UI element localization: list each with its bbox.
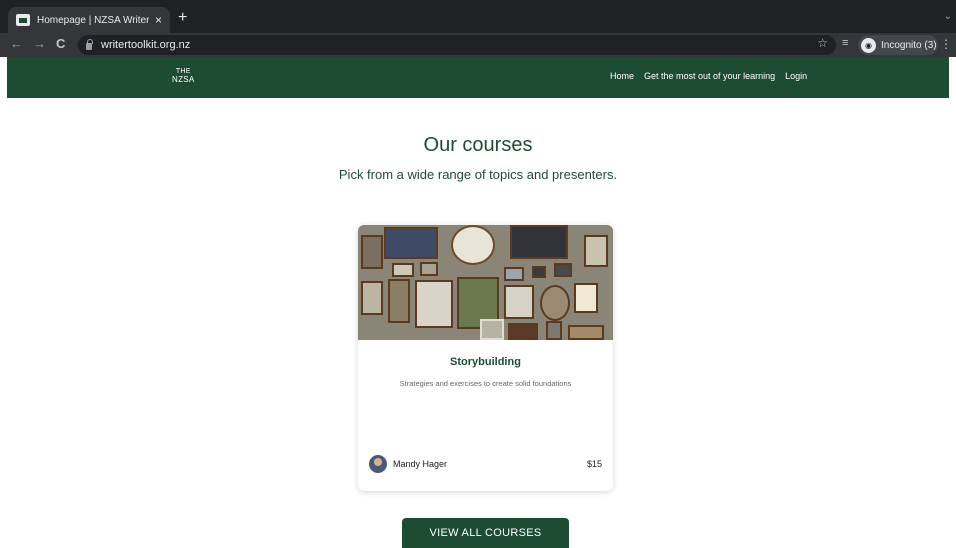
view-all-courses-button[interactable]: VIEW ALL COURSES: [402, 518, 569, 548]
browser-tab[interactable]: Homepage | NZSA Writer Toolk ×: [8, 7, 170, 33]
presenter-name: Mandy Hager: [393, 459, 448, 469]
close-icon[interactable]: ×: [155, 13, 162, 27]
browser-toolbar: ← → C writertoolkit.org.nz ☆ ≡ ◉ Incogni…: [0, 33, 956, 57]
course-description: Strategies and exercises to create solid…: [399, 379, 572, 388]
address-bar[interactable]: writertoolkit.org.nz ☆: [78, 35, 836, 55]
incognito-profile-button[interactable]: ◉ Incognito (3): [858, 35, 938, 55]
page-subtitle: Pick from a wide range of topics and pre…: [338, 167, 618, 182]
forward-icon[interactable]: →: [33, 36, 46, 52]
plus-icon[interactable]: +: [178, 10, 187, 26]
site-logo[interactable]: THE NZSA: [172, 68, 195, 84]
tab-search-icon[interactable]: ⌄: [944, 11, 952, 22]
site-header: THE NZSA Home Get the most out of your l…: [7, 57, 949, 98]
incognito-icon: ◉: [861, 37, 876, 53]
reading-list-icon[interactable]: ≡: [842, 37, 848, 49]
tab-title: Homepage | NZSA Writer Toolk: [37, 14, 149, 26]
course-price: $15: [586, 459, 602, 469]
incognito-label: Incognito (3): [881, 39, 937, 51]
logo-line-2: NZSA: [172, 75, 195, 84]
course-title[interactable]: Storybuilding: [358, 356, 613, 368]
page-title: Our courses: [423, 134, 533, 156]
kebab-menu-icon[interactable]: ⋮: [940, 37, 952, 51]
star-icon[interactable]: ☆: [817, 36, 828, 50]
browser-tab-bar: Homepage | NZSA Writer Toolk × + ⌄: [0, 0, 956, 33]
reload-icon[interactable]: C: [56, 36, 65, 52]
course-image[interactable]: [358, 225, 613, 340]
site-nav: Home Get the most out of your learning L…: [610, 71, 807, 81]
presenter: Mandy Hager: [369, 455, 447, 473]
nav-link-learning-guide[interactable]: Get the most out of your learning: [644, 71, 775, 81]
lock-icon[interactable]: [86, 38, 93, 50]
avatar: [369, 455, 387, 473]
course-card[interactable]: Storybuilding Strategies and exercises t…: [358, 225, 613, 491]
nav-link-home[interactable]: Home: [610, 71, 634, 81]
nav-link-login[interactable]: Login: [785, 71, 807, 81]
back-icon[interactable]: ←: [10, 36, 23, 52]
url-text[interactable]: writertoolkit.org.nz: [101, 39, 190, 51]
favicon-icon: [16, 14, 30, 26]
